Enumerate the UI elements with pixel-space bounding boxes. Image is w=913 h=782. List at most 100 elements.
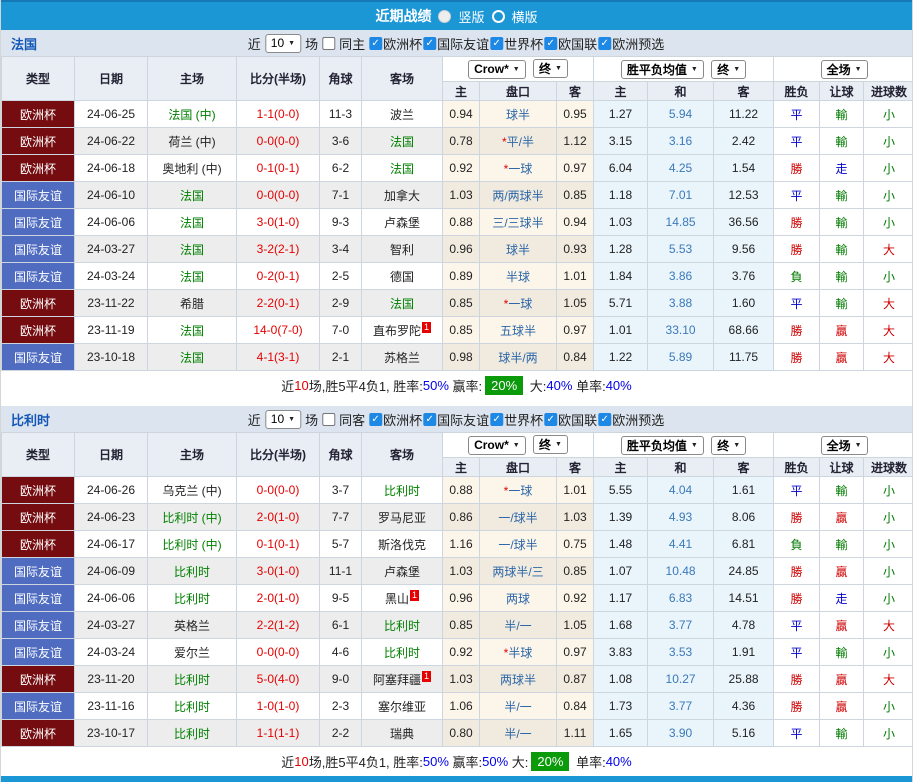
table-row: 国际友谊 24-03-24 爱尔兰 0-0(0-0) 4-6 比利时 0.92 … (1, 638, 912, 666)
avg-controls: 胜平负均值 ▼ 终 ▼ (593, 56, 775, 82)
goals-result-cell: 小 (863, 638, 912, 666)
match-type-cell: 国际友谊 (1, 343, 75, 371)
col-odds-away: 客 (555, 81, 595, 101)
league-checkbox[interactable] (490, 412, 504, 426)
result-cell: 勝 (773, 343, 821, 371)
league-checkbox[interactable] (423, 36, 437, 50)
match-date-cell: 24-06-26 (74, 476, 148, 504)
corner-cell: 2-1 (319, 343, 362, 371)
col-goals: 进球数 (863, 457, 912, 477)
handicap-controls: Crow* ▼ 终 ▼ (441, 432, 595, 458)
match-date-cell: 24-03-24 (74, 262, 148, 290)
final-select[interactable]: 终 ▼ (711, 435, 747, 455)
league-checkbox[interactable] (598, 36, 612, 50)
result-cell: 平 (773, 611, 821, 639)
score-cell: 0-1(0-1) (236, 530, 320, 558)
league-checkbox[interactable] (490, 36, 504, 50)
match-date-cell: 24-03-27 (74, 611, 148, 639)
same-side-checkbox[interactable] (322, 36, 336, 50)
league-checkbox[interactable] (369, 36, 383, 50)
layout-horizontal-label[interactable]: 横版 (512, 7, 538, 26)
away-team-cell: 直布罗陀 1 (361, 316, 443, 344)
layout-vertical-label[interactable]: 竖版 (458, 7, 484, 26)
col-away: 客场 (361, 56, 443, 101)
match-type-cell: 欧洲杯 (1, 127, 75, 155)
avg-home-cell: 1.07 (593, 557, 649, 585)
avg-draw-cell: 3.53 (647, 638, 715, 666)
odds-home-cell: 1.03 (442, 181, 480, 209)
scope-select[interactable]: 全场 ▼ (820, 59, 868, 79)
score-cell: 0-0(0-0) (236, 638, 320, 666)
col-home: 主场 (147, 56, 237, 101)
odds-home-cell: 0.85 (442, 316, 480, 344)
league-checkbox[interactable] (598, 412, 612, 426)
final-select[interactable]: 终 ▼ (711, 59, 747, 79)
result-cell: 勝 (773, 154, 821, 182)
league-checkbox[interactable] (544, 412, 558, 426)
avg-select[interactable]: 胜平负均值 ▼ (620, 59, 704, 79)
handicap-cell: 半/一 (479, 611, 557, 639)
match-type-cell: 欧洲杯 (1, 154, 75, 182)
avg-draw-cell: 4.93 (647, 503, 715, 531)
france-results-table: 类型 日期 主场 比分(半场) 角球 客场 Crow* ▼ 终 ▼ 胜平负均值 ▼ 终… (1, 56, 912, 371)
goals-result-cell: 小 (863, 557, 912, 585)
handicap-result-cell: 走 (819, 584, 865, 612)
away-team-cell: 法国 (361, 289, 443, 317)
col-type: 类型 (1, 56, 75, 101)
goals-result-cell: 小 (863, 100, 912, 128)
league-label: 欧洲杯 (383, 412, 423, 428)
league-checkbox[interactable] (544, 36, 558, 50)
final-select[interactable]: 终 ▼ (533, 59, 568, 79)
belgium-results-table: 类型 日期 主场 比分(半场) 角球 客场 Crow* ▼ 终 ▼ 胜平负均值 ▼ 终… (1, 432, 912, 747)
col-corner: 角球 (319, 432, 362, 477)
chevron-down-icon: ▼ (288, 39, 296, 47)
match-count-select[interactable]: 10 ▼ (264, 33, 302, 53)
summary-text: 大: (526, 379, 547, 394)
avg-away-cell: 8.06 (713, 503, 775, 531)
odds-away-cell: 0.93 (555, 235, 595, 263)
table-row: 欧洲杯 23-10-17 比利时 1-1(1-1) 2-2 瑞典 0.80 半/… (1, 719, 912, 747)
summary-text: 近 (281, 755, 295, 770)
final-select[interactable]: 终 ▼ (533, 435, 568, 455)
score-cell: 3-2(2-1) (236, 235, 320, 263)
chevron-down-icon: ▼ (690, 441, 698, 449)
away-team-cell: 加拿大 (361, 181, 443, 209)
match-date-cell: 23-11-19 (74, 316, 148, 344)
odds-away-cell: 0.97 (555, 638, 595, 666)
match-count-select[interactable]: 10 ▼ (264, 409, 302, 429)
match-type-cell: 欧洲杯 (1, 476, 75, 504)
odds-home-cell: 1.06 (442, 692, 480, 720)
avg-draw-cell: 3.16 (647, 127, 715, 155)
layout-radio-vertical[interactable] (438, 9, 452, 23)
match-type-cell: 欧洲杯 (1, 665, 75, 693)
table-row: 欧洲杯 24-06-17 比利时 (中) 0-1(0-1) 5-7 斯洛伐克 1… (1, 530, 912, 558)
scope-select[interactable]: 全场 ▼ (820, 435, 868, 455)
col-avg-home: 主 (593, 457, 649, 477)
layout-radio-horizontal[interactable] (491, 9, 505, 23)
odds-home-cell: 0.92 (442, 154, 480, 182)
odds-home-cell: 0.88 (442, 476, 480, 504)
league-checkbox[interactable] (369, 412, 383, 426)
bookmaker-select[interactable]: Crow* ▼ (468, 435, 526, 455)
odds-away-cell: 1.05 (555, 611, 595, 639)
match-date-cell: 24-06-09 (74, 557, 148, 585)
avg-away-cell: 3.76 (713, 262, 775, 290)
odds-away-cell: 1.01 (555, 262, 595, 290)
odds-away-cell: 0.84 (555, 343, 595, 371)
same-side-checkbox[interactable] (322, 412, 336, 426)
handicap-controls: Crow* ▼ 终 ▼ (441, 56, 595, 82)
odds-home-cell: 0.88 (442, 208, 480, 236)
league-checkbox[interactable] (423, 412, 437, 426)
chevron-down-icon: ▼ (733, 441, 741, 449)
bookmaker-select[interactable]: Crow* ▼ (468, 59, 526, 79)
match-date-cell: 24-06-17 (74, 530, 148, 558)
avg-home-cell: 5.71 (593, 289, 649, 317)
avg-away-cell: 9.56 (713, 235, 775, 263)
odds-home-cell: 1.16 (442, 530, 480, 558)
avg-select[interactable]: 胜平负均值 ▼ (620, 435, 704, 455)
table-header: 类型 日期 主场 比分(半场) 角球 客场 Crow* ▼ 终 ▼ 胜平负均值 ▼ 终… (1, 432, 912, 477)
result-cell: 平 (773, 100, 821, 128)
goals-result-cell: 小 (863, 181, 912, 209)
col-score: 比分(半场) (236, 432, 320, 477)
summary-text: 10 (294, 754, 309, 769)
